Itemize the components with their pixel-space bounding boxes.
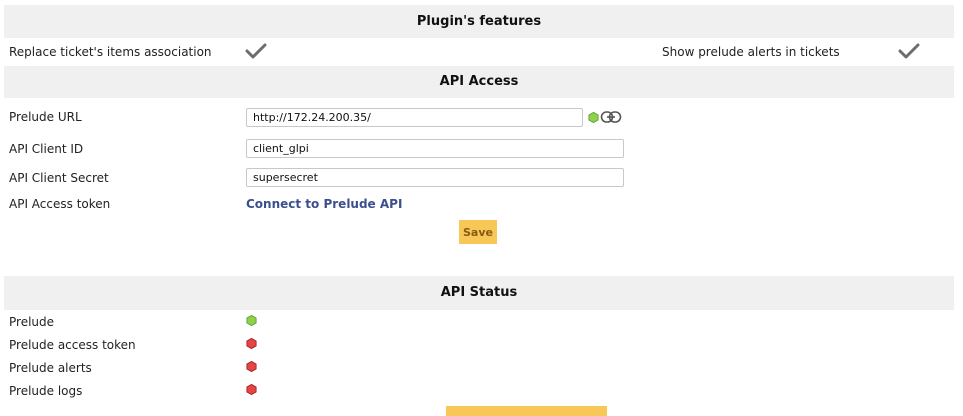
show-alerts-label: Show prelude alerts in tickets	[662, 45, 840, 59]
bottom-action-button[interactable]	[446, 406, 607, 416]
replace-association-label: Replace ticket's items association	[9, 45, 212, 59]
prelude-url-status-icon	[588, 112, 599, 123]
features-title: Plugin's features	[416, 14, 542, 29]
chain-link-icon[interactable]	[600, 110, 622, 124]
connect-prelude-link[interactable]: Connect to Prelude API	[246, 197, 402, 211]
status-logs-error-icon	[246, 384, 257, 395]
client-secret-label: API Client Secret	[9, 171, 109, 185]
prelude-url-input[interactable]	[246, 108, 583, 127]
client-id-label: API Client ID	[9, 142, 84, 156]
status-logs-label: Prelude logs	[9, 384, 83, 398]
api-access-header: API Access	[4, 66, 954, 98]
status-alerts-error-icon	[246, 361, 257, 372]
client-secret-input[interactable]	[246, 168, 624, 187]
status-prelude-label: Prelude	[9, 315, 55, 329]
access-token-label: API Access token	[9, 197, 111, 211]
status-access-token-label: Prelude access token	[9, 338, 136, 352]
replace-association-check-icon[interactable]	[245, 42, 267, 60]
status-prelude-ok-icon	[246, 315, 257, 326]
api-status-title: API Status	[440, 285, 518, 300]
status-alerts-label: Prelude alerts	[9, 361, 92, 375]
status-access-token-error-icon	[246, 338, 257, 349]
client-id-input[interactable]	[246, 139, 624, 158]
api-access-title: API Access	[439, 74, 519, 89]
prelude-url-label: Prelude URL	[9, 110, 82, 124]
api-status-header: API Status	[4, 276, 954, 310]
show-alerts-check-icon[interactable]	[898, 42, 920, 60]
save-button[interactable]: Save	[459, 220, 497, 244]
features-header: Plugin's features	[4, 5, 954, 38]
